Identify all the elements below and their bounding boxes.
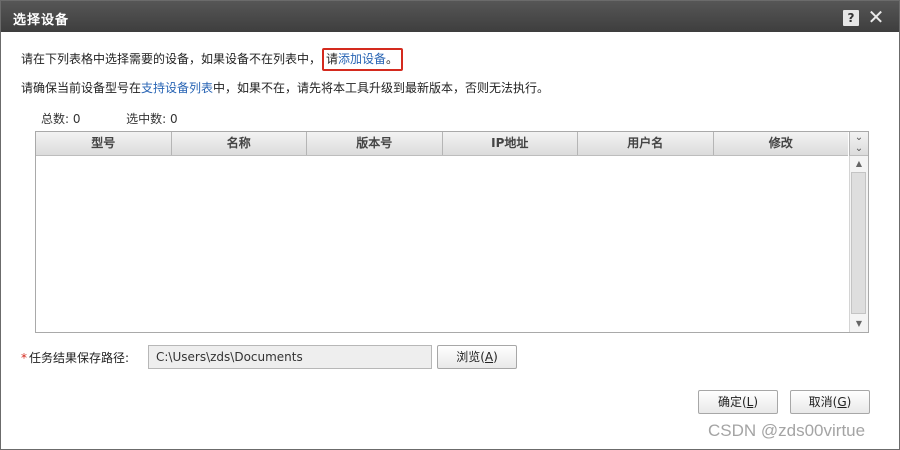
add-device-highlight: 请添加设备。 xyxy=(322,48,404,71)
help-icon[interactable]: ? xyxy=(843,10,859,26)
browse-label-end: ) xyxy=(493,350,498,364)
cancel-button[interactable]: 取消(G) xyxy=(790,390,870,414)
instruction-line2-post: 中，如果不在，请先将本工具升级到最新版本，否则无法执行。 xyxy=(213,81,550,95)
instruction-line-2: 请确保当前设备型号在支持设备列表中，如果不在，请先将本工具升级到最新版本，否则无… xyxy=(21,79,549,96)
save-path-label: * 任务结果保存路径: xyxy=(21,349,129,366)
instruction-please: 请 xyxy=(326,52,339,66)
device-table[interactable]: 型号 名称 版本号 IP地址 用户名 修改 ⌄ ⌄ ▲ ▼ xyxy=(35,131,869,333)
close-icon[interactable]: ✕ xyxy=(867,7,885,27)
selected-value: 0 xyxy=(170,112,178,126)
cancel-label: 取消( xyxy=(808,395,838,409)
add-device-link[interactable]: 添加设备 xyxy=(338,52,386,66)
total-value: 0 xyxy=(72,112,81,126)
column-header-username[interactable]: 用户名 xyxy=(578,132,714,155)
ok-label-end: ) xyxy=(753,395,759,409)
instruction-text: 请在下列表格中选择需要的设备，如果设备不在列表中， xyxy=(21,52,322,66)
column-header-ip[interactable]: IP地址 xyxy=(443,132,578,155)
scroll-down-icon[interactable]: ▼ xyxy=(850,317,868,331)
browse-label: 浏览( xyxy=(456,350,485,364)
selected-label: 选中数: xyxy=(126,112,167,126)
instruction-end: 。 xyxy=(386,52,399,66)
dialog-window: 选择设备 ? ✕ 请在下列表格中选择需要的设备，如果设备不在列表中， 请添加设备。… xyxy=(0,0,900,450)
save-path-label-text: 任务结果保存路径: xyxy=(29,351,130,365)
column-header-modify[interactable]: 修改 xyxy=(714,132,849,155)
column-menu-icon[interactable]: ⌄ ⌄ xyxy=(849,132,868,156)
cancel-label-end: ) xyxy=(846,395,852,409)
cancel-shortcut: G xyxy=(837,395,847,409)
instruction-line2-pre: 请确保当前设备型号在 xyxy=(21,81,142,95)
required-mark: * xyxy=(21,351,27,365)
dialog-title: 选择设备 xyxy=(13,13,70,28)
ok-button[interactable]: 确定(L) xyxy=(698,390,778,414)
browse-shortcut: A xyxy=(484,350,494,364)
scroll-up-icon[interactable]: ▲ xyxy=(850,157,868,171)
title-bar: 选择设备 ? ✕ xyxy=(1,1,899,32)
table-header: 型号 名称 版本号 IP地址 用户名 修改 xyxy=(36,132,848,156)
column-header-version[interactable]: 版本号 xyxy=(307,132,443,155)
column-header-name[interactable]: 名称 xyxy=(172,132,307,155)
total-label: 总数: xyxy=(41,112,70,126)
instruction-line-1: 请在下列表格中选择需要的设备，如果设备不在列表中， 请添加设备。 xyxy=(21,48,404,71)
scroll-thumb[interactable] xyxy=(851,172,866,314)
column-header-model[interactable]: 型号 xyxy=(36,132,172,155)
save-path-field[interactable]: C:\Users\zds\Documents xyxy=(148,345,432,369)
vertical-scrollbar[interactable]: ▲ ▼ xyxy=(849,156,868,332)
count-summary: 总数: 0 选中数: 0 xyxy=(41,110,178,127)
supported-devices-link[interactable]: 支持设备列表 xyxy=(141,81,213,95)
ok-label: 确定( xyxy=(717,395,747,409)
browse-button[interactable]: 浏览(A) xyxy=(437,345,517,369)
watermark: CSDN @zds00virtue xyxy=(708,421,866,440)
